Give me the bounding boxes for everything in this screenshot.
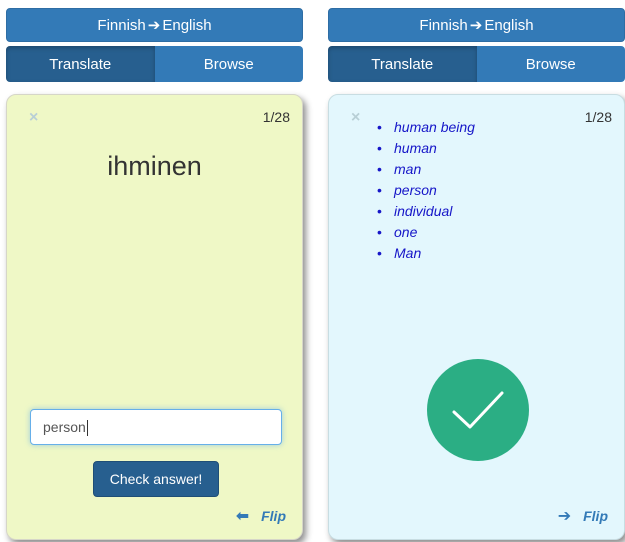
translation-item: individual [377, 201, 475, 222]
direction-arrow-icon: ➔ [147, 17, 161, 34]
tab-translate[interactable]: Translate [328, 46, 477, 82]
tab-translate[interactable]: Translate [6, 46, 155, 82]
card-counter: 1/28 [584, 109, 612, 125]
target-language: English [162, 16, 212, 34]
translation-list: human beinghumanmanpersonindividualoneMa… [377, 117, 475, 264]
direction-arrow-icon: ➔ [469, 17, 483, 34]
target-language: English [484, 16, 534, 34]
correct-answer-indicator [427, 359, 529, 461]
answer-input[interactable]: person [30, 409, 282, 445]
flip-button[interactable]: ⬅ Flip [236, 506, 286, 526]
source-language: Finnish [419, 16, 468, 34]
translation-item: one [377, 222, 475, 243]
checkmark-icon [452, 391, 504, 429]
left-panel: Finnish ➔ English Translate Browse × 1/2… [6, 8, 303, 540]
answer-value: person [43, 419, 86, 435]
flashcard-front: × 1/28 ihminen person Check answer! ⬅ Fl… [6, 94, 303, 540]
flip-label: Flip [261, 508, 286, 524]
right-panel: Finnish ➔ English Translate Browse × 1/2… [328, 8, 625, 540]
language-direction-button[interactable]: Finnish ➔ English [328, 8, 625, 42]
mode-tabs: Translate Browse [328, 46, 625, 82]
check-answer-button[interactable]: Check answer! [93, 461, 219, 497]
close-icon[interactable]: × [29, 109, 38, 127]
flashcard-back: × 1/28 human beinghumanmanpersonindividu… [328, 94, 625, 540]
source-language: Finnish [97, 16, 146, 34]
flip-button[interactable]: ➔ Flip [558, 506, 608, 526]
translation-item: human [377, 138, 475, 159]
translation-item: person [377, 180, 475, 201]
mode-tabs: Translate Browse [6, 46, 303, 82]
tab-browse[interactable]: Browse [476, 46, 625, 82]
flip-label: Flip [583, 508, 608, 524]
translation-item: Man [377, 243, 475, 264]
close-icon[interactable]: × [351, 109, 360, 127]
translation-item: human being [377, 117, 475, 138]
language-direction-button[interactable]: Finnish ➔ English [6, 8, 303, 42]
card-counter: 1/28 [262, 109, 290, 125]
translation-item: man [377, 159, 475, 180]
arrow-left-icon: ⬅ [235, 508, 250, 525]
arrow-right-icon: ➔ [557, 508, 572, 525]
text-caret [86, 420, 88, 437]
prompt-word: ihminen [107, 151, 202, 181]
tab-browse[interactable]: Browse [154, 46, 303, 82]
